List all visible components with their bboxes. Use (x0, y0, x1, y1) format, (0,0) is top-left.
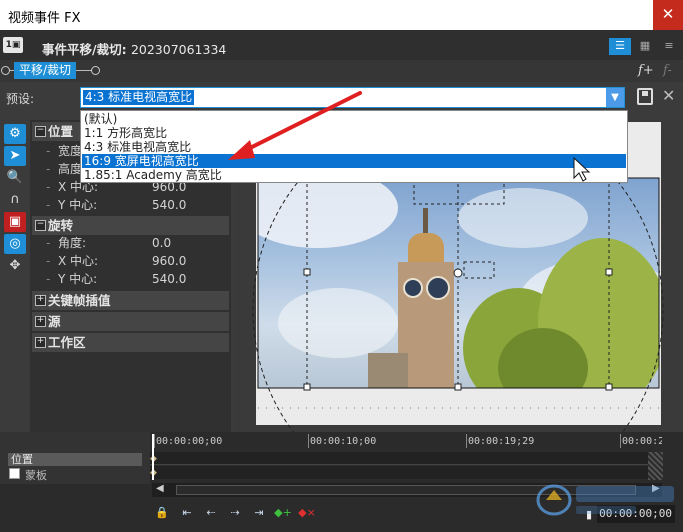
window-title: 视频事件 FX (8, 11, 81, 26)
section-source[interactable]: 源 (32, 312, 229, 331)
prop-y-center-label: Y 中心: (58, 198, 98, 212)
preset-row: 预设: 4:3 标准电视高宽比 ▼ ✕ (0, 82, 683, 112)
add-keyframe-icon[interactable]: ◆+ (274, 505, 292, 521)
track-position[interactable]: 位置 (8, 453, 142, 466)
window-titlebar: 视频事件 FX ✕ (0, 0, 683, 30)
section-rotation-label: 旋转 (48, 218, 74, 233)
preset-option-1-85[interactable]: 1.85:1 Academy 高宽比 (82, 168, 626, 182)
prop-angle[interactable]: - 角度: 0.0 (46, 234, 226, 252)
snap-magnet-icon[interactable]: ∩ (4, 190, 26, 210)
view-grid-icon[interactable]: ▦ (634, 38, 656, 55)
event-icon: 1▣ (3, 37, 23, 53)
prop-height-label: 高度 (58, 162, 83, 176)
ruler-tick-3: 00:00:2 (622, 436, 662, 447)
event-title-label: 事件平移/裁切: (42, 42, 127, 57)
section-workspace[interactable]: 工作区 (32, 333, 229, 352)
scroll-left-icon[interactable]: ◀ (156, 483, 164, 494)
prop-rot-x-center[interactable]: -X 中心: 960.0 (46, 252, 226, 270)
prop-y-center-value[interactable]: 540.0 (152, 196, 186, 214)
prev-keyframe-icon[interactable]: ⇠ (202, 505, 220, 521)
chain-plugin-pan-crop[interactable]: 平移/裁切 (14, 62, 77, 79)
zoom-tool-icon[interactable]: 🔍 (4, 168, 26, 188)
preset-label: 预设: (6, 92, 35, 106)
event-id: 202307061334 (130, 42, 227, 57)
chain-end-node[interactable] (91, 66, 100, 75)
view-list-icon[interactable]: ☰ (609, 38, 631, 55)
fx-remove-icon[interactable]: f- (663, 63, 672, 78)
keyframe-lane-position[interactable] (150, 452, 662, 465)
ruler-tick-2: 00:00:19;29 (468, 436, 535, 447)
preset-dropdown-list: (默认) 1:1 方形高宽比 4:3 标准电视高宽比 16:9 宽屏电视高宽比 … (80, 110, 628, 183)
lock-aspect-icon[interactable]: ▣ (4, 212, 26, 232)
settings-gear-icon[interactable]: ⚙ (4, 124, 26, 144)
mask-label: 蒙板 (25, 469, 47, 482)
prop-angle-value[interactable]: 0.0 (152, 234, 171, 252)
plugin-chain: 平移/裁切 f+ f- (0, 60, 683, 82)
timeline-end-region (648, 452, 663, 480)
prop-rot-y-label: Y 中心: (58, 272, 98, 286)
preset-option-16-9[interactable]: 16:9 宽屏电视高宽比 (82, 154, 626, 168)
preset-select[interactable]: 4:3 标准电视高宽比 ▼ (80, 87, 625, 108)
save-preset-icon[interactable] (637, 88, 653, 105)
last-keyframe-icon[interactable]: ⇥ (250, 505, 268, 521)
section-source-label: 源 (48, 314, 61, 329)
section-position-label: 位置 (48, 124, 74, 139)
prop-rot-y-center[interactable]: -Y 中心: 540.0 (46, 270, 226, 288)
prop-y-center[interactable]: -Y 中心: 540.0 (46, 196, 226, 214)
timeline-ruler[interactable]: 00:00:00;00 00:00:10;00 00:00:19;29 00:0… (150, 432, 663, 450)
tool-strip: ⚙ ➤ 🔍 ∩ ▣ ◎ ✥ (4, 124, 28, 274)
preset-value: 4:3 标准电视高宽比 (83, 90, 195, 105)
mask-checkbox[interactable] (9, 468, 20, 479)
close-icon[interactable]: ✕ (653, 0, 683, 30)
fx-add-icon[interactable]: f+ (638, 63, 654, 78)
next-keyframe-icon[interactable]: ⇢ (226, 505, 244, 521)
first-keyframe-icon[interactable]: ⇤ (178, 505, 196, 521)
watermark-logo-icon (536, 484, 674, 516)
move-free-icon[interactable]: ✥ (4, 256, 26, 276)
section-workspace-label: 工作区 (48, 335, 86, 350)
event-header: 1▣ 事件平移/裁切: 202307061334 ☰ ▦ ≡ (0, 30, 683, 60)
prop-rot-y-value[interactable]: 540.0 (152, 270, 186, 288)
prop-width-label: 宽度 (58, 144, 83, 158)
section-keyframe[interactable]: 关键帧插值 (32, 291, 229, 310)
ruler-tick-1: 00:00:10;00 (310, 436, 377, 447)
fx-add-label: f+ (638, 63, 654, 78)
sync-cursor-icon[interactable]: 🔒 (153, 505, 171, 521)
pointer-tool-icon[interactable]: ➤ (4, 146, 26, 166)
chain-start-node[interactable] (1, 66, 10, 75)
fx-remove-label: f- (663, 63, 672, 78)
view-detail-icon[interactable]: ≡ (658, 38, 680, 55)
prop-rot-x-label: X 中心: (58, 254, 99, 268)
preset-option-4-3[interactable]: 4:3 标准电视高宽比 (82, 140, 626, 154)
delete-preset-icon[interactable]: ✕ (662, 86, 675, 105)
playhead-cursor[interactable] (152, 434, 154, 480)
prop-rot-x-value[interactable]: 960.0 (152, 252, 186, 270)
preset-option-1-1[interactable]: 1:1 方形高宽比 (82, 126, 626, 140)
section-keyframe-label: 关键帧插值 (48, 293, 111, 308)
prop-angle-label: 角度: (58, 236, 87, 250)
event-title: 事件平移/裁切: 202307061334 (42, 39, 226, 58)
chevron-down-icon[interactable]: ▼ (606, 88, 624, 107)
scale-center-icon[interactable]: ◎ (4, 234, 26, 254)
section-rotation[interactable]: 旋转 (32, 216, 229, 235)
delete-keyframe-icon[interactable]: ◆× (298, 505, 316, 521)
ruler-tick-0: 00:00:00;00 (156, 436, 223, 447)
preset-option-default[interactable]: (默认) (82, 112, 626, 126)
